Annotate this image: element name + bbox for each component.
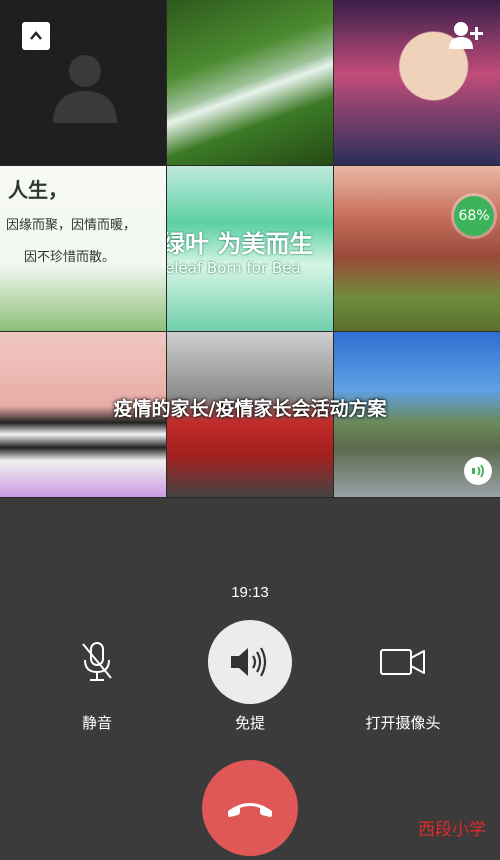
participant-tile-self[interactable] [0,0,166,165]
microphone-muted-icon [82,642,112,681]
participant-tile-2[interactable] [167,0,333,165]
watermark-text: 西段小学 [418,820,486,840]
participant-tile-6[interactable]: 68% [334,166,500,331]
signal-badge: 68% [454,196,494,236]
speaking-indicator-icon [464,457,492,485]
tile-text-line: 绿叶 为美而生 [167,230,314,258]
speaker-icon-wrap[interactable] [208,620,292,704]
hangup-button[interactable] [202,760,298,856]
speaker-button[interactable]: 免提 [185,620,315,733]
camera-label: 打开摄像头 [365,714,441,732]
tile-text-line: 因不珍惜而散。 [24,250,116,265]
chevron-up-icon [30,31,42,40]
mute-icon-wrap[interactable] [55,620,139,704]
video-camera-icon [380,649,425,675]
video-grid: 人生， 因缘而聚，因情而暖， 因不珍惜而散。 绿叶 为美而生 eleaf Bor… [0,0,500,498]
mute-label: 静音 [81,714,112,732]
mute-button[interactable]: 静音 [32,620,162,733]
speaker-label: 免提 [234,714,265,732]
participant-tile-5[interactable]: 绿叶 为美而生 eleaf Born for Bea [167,166,333,331]
participant-tile-3[interactable] [334,0,500,165]
call-timer: 19:13 [231,584,269,601]
tile-text-line: eleaf Born for Bea [167,259,301,277]
tile-text-line: 人生， [8,178,68,202]
camera-button[interactable]: 打开摄像头 [338,620,468,733]
participant-tile-4[interactable]: 人生， 因缘而聚，因情而暖， 因不珍惜而散。 [0,166,166,331]
avatar-placeholder-icon [53,55,117,123]
article-headline: 疫情的家长/疫情家长会活动方案 [113,398,387,420]
speaker-icon [231,647,267,677]
tile-text-line: 因缘而聚，因情而暖， [6,218,137,233]
phone-hangup-icon [228,803,272,817]
add-user-icon[interactable] [448,20,484,50]
camera-icon-wrap[interactable] [361,620,445,704]
